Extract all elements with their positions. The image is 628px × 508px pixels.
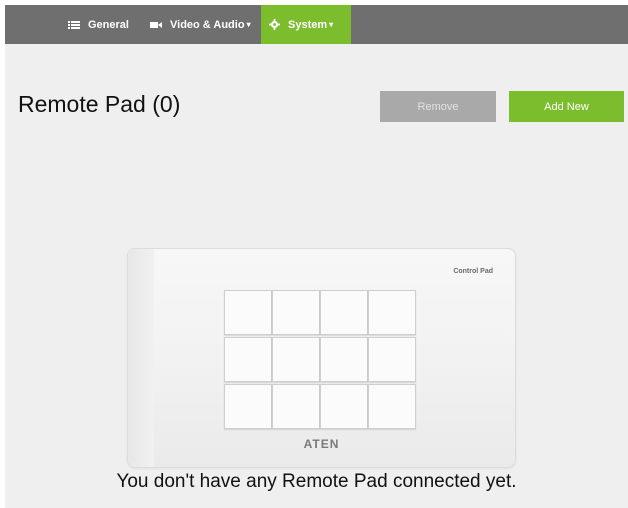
pad-key (368, 337, 416, 382)
pad-key (224, 337, 272, 382)
add-new-button[interactable]: Add New (509, 91, 624, 122)
pad-key (368, 384, 416, 429)
pad-key (272, 384, 320, 429)
list-icon (68, 20, 80, 30)
empty-state-message: You don't have any Remote Pad connected … (116, 471, 517, 492)
brand-logo: ATEN (303, 437, 340, 451)
chevron-down-icon: ▾ (246, 20, 251, 29)
pad-edge (128, 249, 154, 467)
control-pad-image: Control Pad ATEN (127, 248, 516, 468)
nav-video-audio[interactable]: Video & Audio ▾ (150, 5, 251, 44)
remove-button[interactable]: Remove (380, 91, 496, 122)
pad-key (368, 290, 416, 335)
video-icon (150, 20, 162, 30)
pad-key (272, 337, 320, 382)
pad-key (320, 290, 368, 335)
pad-key (224, 384, 272, 429)
nav-video-audio-label: Video & Audio (170, 18, 245, 31)
page: General Video & Audio ▾ System ▾ Remote … (5, 5, 628, 508)
page-title: Remote Pad (0) (18, 91, 181, 117)
nav-system-label: System (288, 18, 328, 31)
nav-system[interactable]: System ▾ (261, 5, 351, 44)
pad-key (320, 384, 368, 429)
gear-icon (269, 19, 280, 30)
nav-general[interactable]: General (68, 5, 129, 44)
top-navbar: General Video & Audio ▾ System ▾ (5, 5, 628, 44)
pad-label: Control Pad (453, 268, 493, 275)
pad-key (272, 290, 320, 335)
chevron-down-icon: ▾ (329, 20, 334, 29)
pad-keys (224, 290, 416, 429)
pad-key (320, 337, 368, 382)
pad-key (224, 290, 272, 335)
nav-general-label: General (88, 18, 129, 31)
